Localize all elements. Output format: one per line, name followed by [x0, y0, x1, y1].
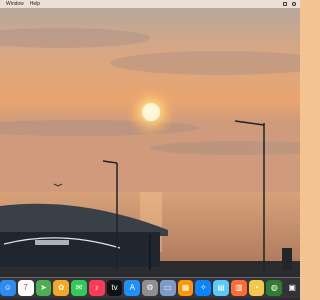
- preview-icon: ▭: [163, 283, 172, 292]
- finder-app-icon[interactable]: ☺: [0, 280, 16, 296]
- clock-app-icon[interactable]: ◔: [248, 280, 265, 296]
- menu-window[interactable]: Window: [6, 1, 24, 7]
- globe-app-icon: ◍: [270, 283, 278, 292]
- search-icon[interactable]: [292, 2, 296, 6]
- dock: ☺ 7 ➤ ✿ ✉ ♪ tv A ⚙ ▭ ▦ ✧ ▤ ▥ ◔ ◍ ▣: [0, 277, 301, 298]
- music-icon: ♪: [94, 283, 99, 292]
- messages-icon: ✉: [75, 283, 83, 292]
- safari-icon: ✧: [199, 283, 207, 292]
- keynote-app-icon[interactable]: ▤: [213, 280, 229, 296]
- menu-extras: [283, 0, 296, 8]
- calendar-app-icon[interactable]: 7: [17, 280, 34, 296]
- clock-icon: ◔: [254, 283, 260, 292]
- maps-app-icon[interactable]: ➤: [35, 280, 52, 296]
- launchpad-app-icon[interactable]: ▦: [177, 280, 194, 296]
- screen-capture-icon: ▣: [288, 283, 296, 292]
- messages-app-icon[interactable]: ✉: [71, 280, 87, 296]
- books-app-icon[interactable]: ▥: [230, 280, 247, 296]
- photos-app-icon[interactable]: ✿: [53, 280, 70, 296]
- desktop-wallpaper: [0, 8, 300, 300]
- music-app-icon[interactable]: ♪: [88, 280, 105, 296]
- menu-help[interactable]: Help: [30, 1, 40, 7]
- photos-icon: ✿: [57, 283, 65, 292]
- lamp-post: [282, 248, 292, 270]
- apple-tv-app-icon[interactable]: tv: [106, 280, 123, 296]
- globe-app-app-icon[interactable]: ◍: [266, 280, 283, 296]
- sun: [142, 103, 160, 121]
- maps-icon: ➤: [40, 283, 47, 292]
- menu-bar: Window Help: [0, 0, 300, 8]
- keynote-icon: ▤: [217, 283, 225, 292]
- calendar-icon: 7: [23, 283, 28, 292]
- finder-icon: ☺: [3, 283, 12, 292]
- launchpad-icon: ▦: [181, 283, 190, 292]
- system-settings-icon: ⚙: [146, 283, 154, 292]
- system-settings-app-icon[interactable]: ⚙: [142, 280, 158, 296]
- apple-tv-icon: tv: [111, 283, 118, 292]
- app-store-icon: A: [129, 283, 135, 292]
- screen-capture-app-icon[interactable]: ▣: [284, 280, 301, 296]
- safari-app-icon[interactable]: ✧: [195, 280, 212, 296]
- preview-app-icon[interactable]: ▭: [159, 280, 176, 296]
- control-center-icon[interactable]: [283, 2, 287, 6]
- app-store-app-icon[interactable]: A: [124, 280, 141, 296]
- books-icon: ▥: [235, 283, 243, 292]
